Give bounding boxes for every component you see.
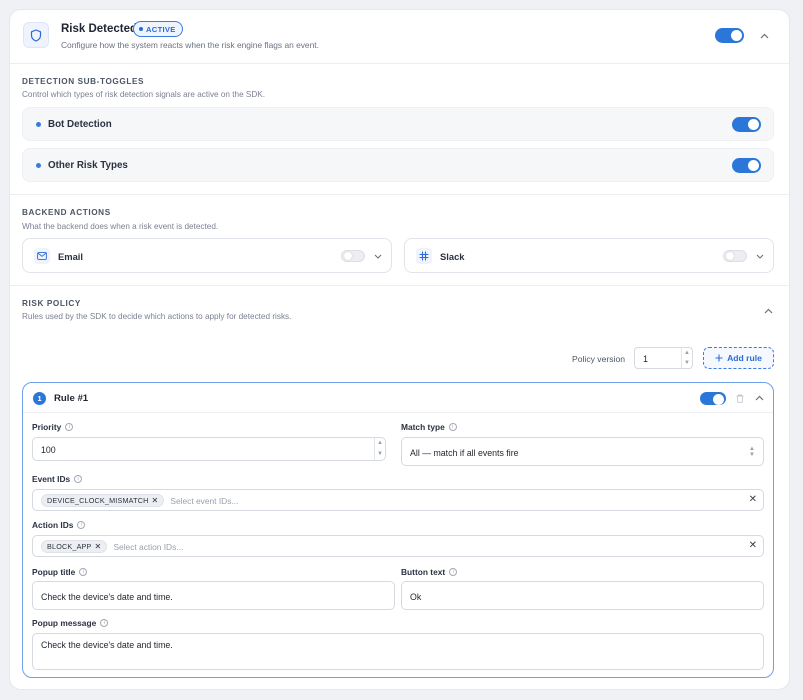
bullet-icon: [36, 122, 41, 127]
priority-value: 100: [41, 445, 56, 455]
rule-enabled-toggle[interactable]: [700, 392, 726, 405]
slack-icon: [416, 248, 432, 264]
add-rule-button[interactable]: Add rule: [703, 347, 774, 369]
section-divider: [10, 285, 789, 286]
chevron-down-icon[interactable]: [372, 250, 384, 262]
clear-icon[interactable]: ✕: [749, 540, 757, 551]
match-type-label-text: Match type: [401, 422, 445, 432]
remove-chip-icon[interactable]: ✕: [152, 496, 159, 505]
action-ids-label-text: Action IDs: [32, 520, 74, 530]
popup-title-label-text: Popup title: [32, 567, 76, 577]
select-arrows-icon: ▲ ▼: [749, 446, 755, 458]
info-icon[interactable]: i: [449, 568, 458, 576]
sub-toggle-bot-detection: Bot Detection: [22, 107, 774, 141]
chevron-down-icon[interactable]: [754, 250, 766, 262]
popup-title-value: Check the device's date and time.: [41, 592, 173, 602]
bot-detection-toggle[interactable]: [732, 117, 761, 132]
action-id-chip: BLOCK_APP ✕: [41, 540, 108, 553]
slack-toggle[interactable]: [723, 250, 747, 262]
rule-card: 1 Rule #1 Priority i 100 ▲ ▼ Match type i A…: [22, 382, 774, 678]
popup-title-input[interactable]: Check the device's date and time.: [32, 581, 395, 610]
event-ids-multiselect[interactable]: DEVICE_CLOCK_MISMATCH ✕ Select event IDs.…: [32, 489, 764, 511]
policy-version-value: 1: [643, 354, 649, 364]
action-id-chip-label: BLOCK_APP: [47, 542, 92, 551]
info-icon[interactable]: i: [448, 423, 457, 431]
plus-icon: [715, 354, 723, 362]
backend-action-email[interactable]: Email: [22, 238, 392, 273]
other-risk-types-toggle[interactable]: [732, 158, 761, 173]
event-id-chip-label: DEVICE_CLOCK_MISMATCH: [47, 496, 149, 505]
email-toggle[interactable]: [341, 250, 365, 262]
panel-header: Risk Detected ACTIVE Configure how the s…: [10, 10, 789, 64]
stepper-arrows-icon[interactable]: ▲ ▼: [374, 438, 385, 460]
policy-section-label: RISK POLICY: [22, 299, 81, 308]
collapse-chevron-up-icon[interactable]: [758, 30, 770, 42]
info-icon[interactable]: i: [100, 619, 109, 627]
rule-collapse-chevron-up-icon[interactable]: [753, 392, 765, 404]
priority-label-text: Priority: [32, 422, 62, 432]
priority-label: Priority i: [32, 422, 74, 432]
shield-icon: [23, 22, 49, 48]
priority-input[interactable]: 100 ▲ ▼: [32, 437, 386, 461]
popup-message-value: Check the device's date and time.: [41, 640, 173, 650]
match-type-value: All — match if all events fire: [410, 448, 519, 458]
info-icon[interactable]: i: [74, 475, 83, 483]
popup-message-textarea[interactable]: Check the device's date and time.: [32, 633, 764, 670]
info-icon[interactable]: i: [79, 568, 88, 576]
detection-section-description: Control which types of risk detection si…: [22, 90, 266, 99]
section-divider: [10, 194, 789, 195]
sub-toggle-other-risk-types: Other Risk Types: [22, 148, 774, 182]
add-rule-label: Add rule: [727, 353, 762, 363]
button-text-value: Ok: [410, 592, 422, 602]
event-ids-label-text: Event IDs: [32, 474, 71, 484]
status-dot-icon: [139, 27, 143, 31]
status-badge: ACTIVE: [133, 21, 183, 37]
button-text-label: Button text i: [401, 567, 458, 577]
event-ids-placeholder: Select event IDs...: [170, 495, 239, 506]
policy-version-label: Policy version: [572, 354, 626, 364]
bullet-icon: [36, 163, 41, 168]
mail-icon: [34, 248, 50, 264]
risk-detected-toggle[interactable]: [715, 28, 744, 43]
rule-number-badge: 1: [33, 392, 46, 405]
backend-action-label: Email: [58, 251, 84, 262]
event-id-chip: DEVICE_CLOCK_MISMATCH ✕: [41, 494, 165, 507]
remove-chip-icon[interactable]: ✕: [95, 542, 102, 551]
policy-collapse-chevron-up-icon[interactable]: [762, 305, 774, 317]
policy-section-description: Rules used by the SDK to decide which ac…: [22, 312, 292, 321]
sub-toggle-label: Bot Detection: [48, 119, 112, 130]
page-title: Risk Detected: [61, 23, 138, 35]
match-type-label: Match type i: [401, 422, 457, 432]
popup-message-label: Popup message i: [32, 618, 109, 628]
info-icon[interactable]: i: [65, 423, 74, 431]
match-type-select[interactable]: All — match if all events fire ▲ ▼: [401, 437, 764, 466]
action-ids-placeholder: Select action IDs...: [113, 541, 184, 552]
backend-section-description: What the backend does when a risk event …: [22, 222, 219, 231]
rule-title: Rule #1: [54, 393, 89, 404]
stepper-arrows-icon[interactable]: ▲ ▼: [681, 348, 692, 368]
backend-action-label: Slack: [440, 251, 465, 262]
sub-toggle-label: Other Risk Types: [48, 160, 128, 171]
policy-version-input[interactable]: 1 ▲ ▼: [634, 347, 693, 369]
button-text-label-text: Button text: [401, 567, 446, 577]
backend-action-slack[interactable]: Slack: [404, 238, 774, 273]
event-ids-label: Event IDs i: [32, 474, 83, 484]
action-ids-label: Action IDs i: [32, 520, 86, 530]
popup-title-label: Popup title i: [32, 567, 88, 577]
rule-header: 1 Rule #1: [23, 383, 773, 413]
popup-message-label-text: Popup message: [32, 618, 97, 628]
detection-section-label: DETECTION SUB-TOGGLES: [22, 77, 145, 86]
trash-icon[interactable]: [734, 392, 746, 404]
clear-icon[interactable]: ✕: [749, 494, 757, 505]
action-ids-multiselect[interactable]: BLOCK_APP ✕ Select action IDs... ✕: [32, 535, 764, 557]
page-subtitle: Configure how the system reacts when the…: [61, 40, 319, 50]
info-icon[interactable]: i: [77, 521, 86, 529]
status-badge-label: ACTIVE: [146, 24, 176, 34]
risk-detected-panel: Risk Detected ACTIVE Configure how the s…: [9, 9, 790, 690]
button-text-input[interactable]: Ok: [401, 581, 764, 610]
backend-section-label: BACKEND ACTIONS: [22, 208, 111, 217]
